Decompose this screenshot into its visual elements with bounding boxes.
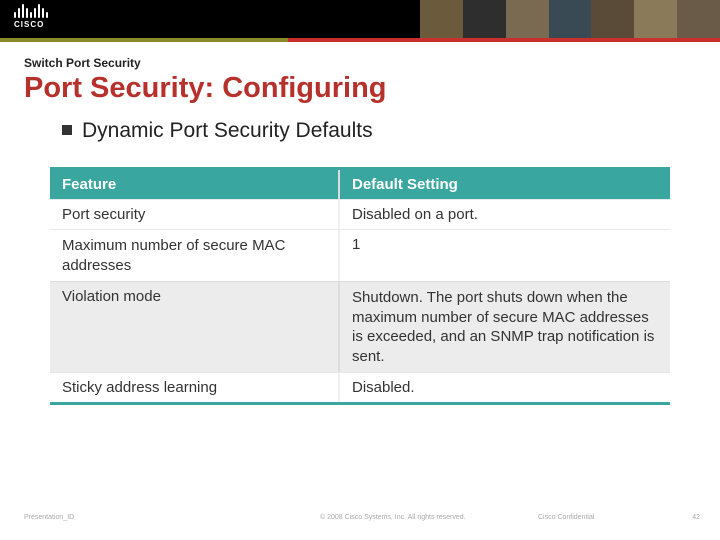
- logo-text: CISCO: [14, 20, 48, 29]
- cell-default: Shutdown. The port shuts down when the m…: [340, 281, 670, 372]
- footer-confidential: Cisco Confidential: [538, 514, 594, 521]
- slide-content: Switch Port Security Port Security: Conf…: [0, 42, 720, 405]
- cell-default: Disabled on a port.: [340, 199, 670, 229]
- bullet-icon: [62, 125, 72, 135]
- table-row: Sticky address learning Disabled.: [50, 372, 670, 402]
- cell-feature: Violation mode: [50, 281, 340, 372]
- bullet-row: Dynamic Port Security Defaults: [62, 119, 696, 143]
- footer: Presentation_ID © 2008 Cisco Systems, In…: [0, 514, 720, 530]
- cell-default: 1: [340, 229, 670, 281]
- section-kicker: Switch Port Security: [24, 56, 696, 70]
- cell-feature: Port security: [50, 199, 340, 229]
- defaults-table: Feature Default Setting Port security Di…: [50, 167, 670, 405]
- table-row: Maximum number of secure MAC addresses 1: [50, 229, 670, 281]
- footer-copyright: © 2008 Cisco Systems, Inc. All rights re…: [320, 514, 466, 521]
- top-bar: CISCO: [0, 0, 720, 38]
- table-header-row: Feature Default Setting: [50, 170, 670, 199]
- logo-bars-icon: [14, 4, 48, 18]
- cell-feature: Sticky address learning: [50, 372, 340, 402]
- page-title: Port Security: Configuring: [24, 72, 696, 105]
- col-header-default: Default Setting: [340, 170, 670, 199]
- col-header-feature: Feature: [50, 170, 340, 199]
- cisco-logo: CISCO: [14, 4, 48, 29]
- footer-presentation-id: Presentation_ID: [24, 514, 74, 521]
- header-photo-strip: [420, 0, 720, 38]
- cell-feature: Maximum number of secure MAC addresses: [50, 229, 340, 281]
- cell-default: Disabled.: [340, 372, 670, 402]
- table-row: Violation mode Shutdown. The port shuts …: [50, 281, 670, 372]
- page-number: 42: [692, 514, 700, 521]
- table-row: Port security Disabled on a port.: [50, 199, 670, 229]
- bullet-text: Dynamic Port Security Defaults: [82, 119, 373, 143]
